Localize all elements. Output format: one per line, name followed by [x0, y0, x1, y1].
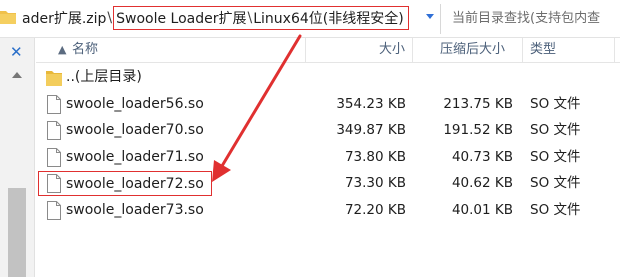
breadcrumb-highlight-box: Swoole Loader扩展 \ Linux64位(非线程安全) — [113, 6, 409, 30]
address-bar: ader扩展.zip \ Swoole Loader扩展 \ Linux64位(… — [0, 0, 620, 38]
file-type: SO 文件 — [530, 122, 581, 138]
breadcrumb-separator: \ — [247, 10, 253, 26]
column-header-type[interactable]: 类型 — [530, 38, 556, 62]
file-type: SO 文件 — [530, 95, 581, 112]
file-icon — [47, 200, 61, 220]
column-header-compressed-size[interactable]: 压缩后大小 — [440, 38, 505, 62]
file-name: swoole_loader73.so — [66, 201, 204, 218]
sort-arrow-icon: ▲ — [58, 43, 67, 56]
column-divider[interactable] — [614, 38, 615, 62]
file-compressed-size: 213.75 KB — [443, 95, 513, 112]
file-type: SO 文件 — [530, 201, 581, 218]
folder-icon — [46, 71, 62, 86]
file-name: swoole_loader71.so — [66, 148, 204, 165]
file-compressed-size: 191.52 KB — [443, 122, 513, 138]
file-name: swoole_loader56.so — [66, 95, 204, 112]
file-icon — [47, 147, 61, 167]
file-name: swoole_loader70.so — [66, 122, 204, 138]
breadcrumb-separator: \ — [107, 10, 113, 26]
file-size: 73.80 KB — [344, 148, 406, 165]
file-size: 72.20 KB — [344, 201, 406, 218]
list-item[interactable]: swoole_loader71.so 73.80 KB 40.73 KB SO … — [36, 144, 620, 171]
list-item[interactable]: swoole_loader56.so 354.23 KB 213.75 KB S… — [36, 91, 620, 118]
left-pane: ✕ — [0, 38, 35, 277]
file-size: 73.30 KB — [344, 175, 406, 191]
divider — [440, 4, 441, 34]
archive-window: ader扩展.zip \ Swoole Loader扩展 \ Linux64位(… — [0, 0, 620, 277]
list-item[interactable]: swoole_loader73.so 72.20 KB 40.01 KB SO … — [36, 197, 620, 224]
column-header: ▲ 名称 大小 压缩后大小 类型 — [36, 38, 620, 63]
file-type: SO 文件 — [530, 175, 581, 191]
chevron-down-icon[interactable] — [426, 14, 434, 19]
file-compressed-size: 40.01 KB — [451, 201, 513, 218]
column-divider[interactable] — [305, 38, 306, 62]
file-type: SO 文件 — [530, 148, 581, 165]
column-divider[interactable] — [412, 38, 413, 62]
breadcrumb: ader扩展.zip \ Swoole Loader扩展 \ Linux64位(… — [22, 6, 409, 30]
file-list: ..(上层目录) swoole_loader56.so 354.23 KB 21… — [36, 64, 620, 223]
breadcrumb-item[interactable]: Swoole Loader扩展 — [116, 8, 246, 28]
column-header-size[interactable]: 大小 — [379, 38, 405, 62]
breadcrumb-item[interactable]: Linux64位(非线程安全) — [253, 8, 403, 28]
list-item[interactable]: swoole_loader70.so 349.87 KB 191.52 KB S… — [36, 117, 620, 144]
close-icon[interactable]: ✕ — [10, 45, 23, 60]
list-item-parent-folder[interactable]: ..(上层目录) — [36, 64, 620, 91]
folder-icon — [0, 11, 16, 24]
file-compressed-size: 40.73 KB — [451, 148, 513, 165]
file-size: 349.87 KB — [336, 122, 406, 138]
column-header-name[interactable]: 名称 — [72, 38, 98, 62]
scrollbar-thumb[interactable] — [8, 188, 26, 277]
file-size: 354.23 KB — [336, 95, 406, 112]
file-compressed-size: 40.62 KB — [451, 175, 513, 191]
search-input[interactable] — [452, 6, 620, 30]
scroll-up-icon[interactable] — [12, 72, 22, 78]
file-icon — [47, 121, 61, 140]
file-name: ..(上层目录) — [66, 69, 142, 85]
file-icon — [47, 94, 61, 114]
column-divider[interactable] — [522, 38, 523, 62]
breadcrumb-item[interactable]: ader扩展.zip — [22, 8, 106, 28]
list-item-highlighted[interactable]: swoole_loader72.so 73.30 KB 40.62 KB SO … — [36, 170, 620, 197]
file-name: swoole_loader72.so — [38, 171, 212, 196]
